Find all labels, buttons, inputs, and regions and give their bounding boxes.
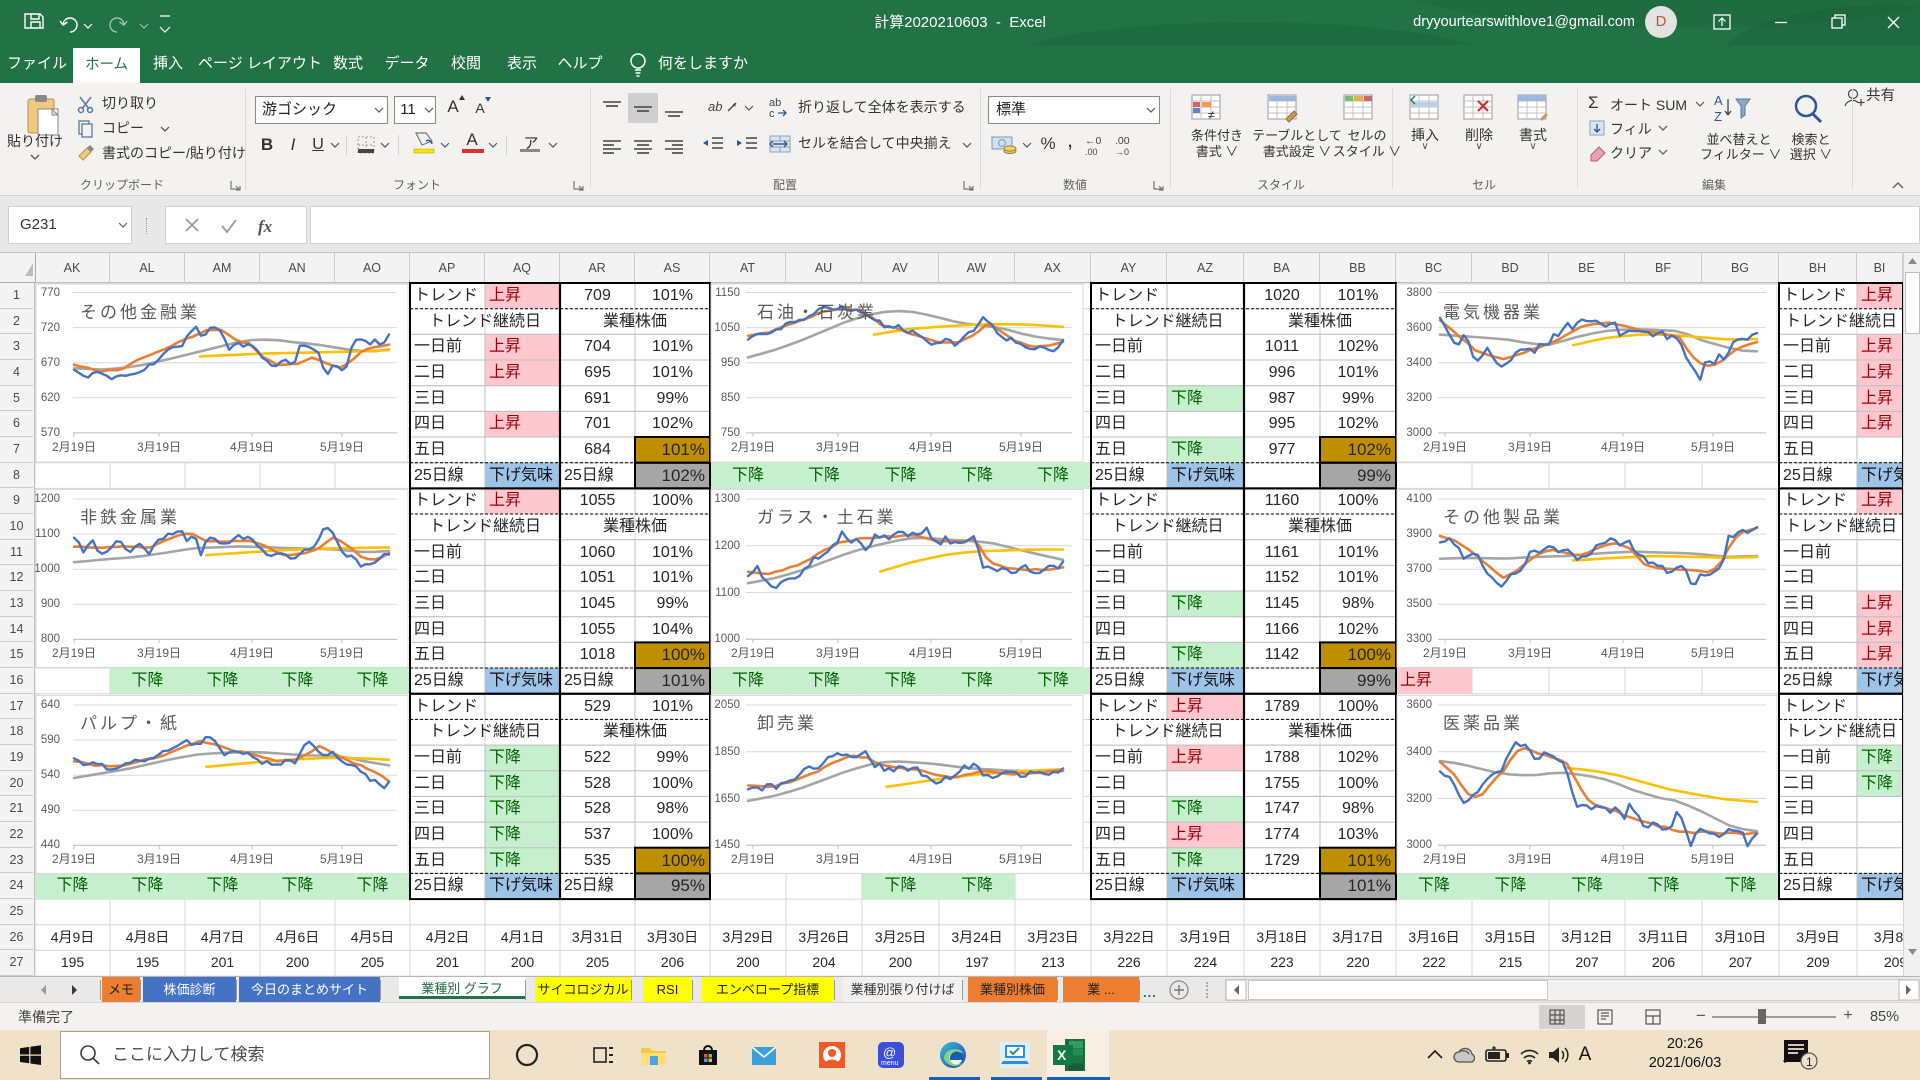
svg-text:menu: menu	[881, 1060, 899, 1067]
svg-text:1: 1	[1806, 1055, 1813, 1069]
svg-text:X: X	[1057, 1047, 1067, 1063]
svg-text:@: @	[883, 1045, 896, 1060]
